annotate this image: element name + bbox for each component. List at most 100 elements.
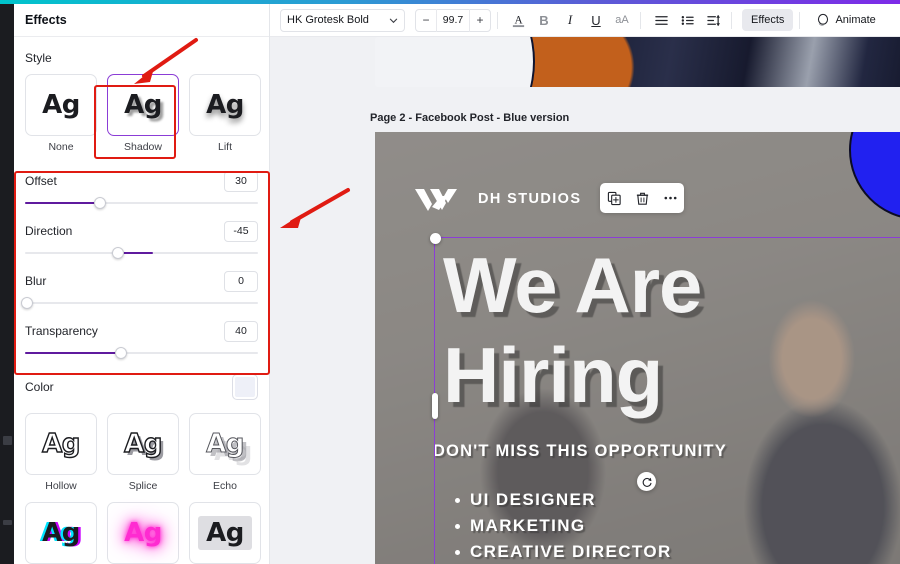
- page-1-preview[interactable]: [375, 37, 900, 87]
- font-family-select[interactable]: HK Grotesk Bold: [280, 8, 405, 32]
- align-icon: [654, 15, 668, 25]
- text-color-glyph: A: [512, 14, 524, 27]
- blur-knob[interactable]: [21, 297, 33, 309]
- rail-icon-2[interactable]: [3, 520, 12, 525]
- element-float-toolbar[interactable]: [600, 183, 684, 213]
- style-thumb-hollow[interactable]: Ag: [25, 413, 97, 475]
- style-option-lift[interactable]: Ag Lift: [189, 74, 261, 153]
- more-icon[interactable]: [660, 188, 680, 208]
- color-label: Color: [25, 380, 54, 394]
- font-size-increase-button[interactable]: +: [470, 13, 490, 27]
- style-option-background[interactable]: Ag Background: [189, 502, 261, 564]
- line-spacing-button[interactable]: [701, 8, 725, 32]
- effects-panel-scroll[interactable]: Style Ag None Ag Shadow Ag Lift Offset 3…: [14, 37, 269, 564]
- style-option-splice[interactable]: Ag Splice: [107, 413, 179, 492]
- style-thumb-lift[interactable]: Ag: [189, 74, 261, 136]
- transparency-knob[interactable]: [114, 347, 127, 359]
- bullet-list-button[interactable]: [675, 8, 699, 32]
- page-label: Page 2 - Facebook Post - Blue version: [370, 112, 570, 124]
- style-label-lift: Lift: [217, 141, 232, 153]
- underline-button[interactable]: U: [584, 8, 608, 32]
- animate-button[interactable]: Animate: [810, 9, 881, 31]
- style-sample-echo: Ag: [206, 429, 245, 460]
- style-thumb-glitch[interactable]: Ag: [25, 502, 97, 564]
- font-size-stepper[interactable]: − 99.7 +: [415, 8, 491, 32]
- trash-glyph: [636, 192, 648, 205]
- transparency-slider[interactable]: [25, 345, 258, 361]
- offset-value[interactable]: 30: [224, 170, 258, 192]
- list-icon: [681, 15, 694, 25]
- effects-panel: Effects Style Ag None Ag Shadow Ag Lift …: [14, 4, 270, 564]
- blur-value[interactable]: 0: [224, 270, 258, 292]
- app-left-rail: [0, 4, 14, 564]
- style-option-glitch[interactable]: Ag Glitch: [25, 502, 97, 564]
- effects-button[interactable]: Effects: [742, 9, 794, 31]
- style-thumb-echo[interactable]: Ag: [189, 413, 261, 475]
- toolbar-divider-4: [799, 11, 801, 29]
- style-thumb-splice[interactable]: Ag: [107, 413, 179, 475]
- duplicate-icon[interactable]: [604, 188, 624, 208]
- bold-button[interactable]: B: [532, 8, 556, 32]
- svg-text:A: A: [514, 14, 523, 26]
- style-option-echo[interactable]: Ag Echo: [189, 413, 261, 492]
- style-sample-glitch: Ag: [42, 518, 80, 548]
- style-sample-splice: Ag: [123, 428, 163, 459]
- blur-slider[interactable]: [21, 295, 258, 311]
- blur-label: Blur: [25, 274, 47, 288]
- toolbar-divider-2: [640, 11, 641, 29]
- style-section-label: Style: [25, 51, 52, 65]
- direction-knob[interactable]: [112, 247, 125, 259]
- style-thumb-shadow[interactable]: Ag: [107, 74, 179, 136]
- color-swatch[interactable]: [232, 374, 258, 400]
- style-thumb-neon[interactable]: Ag: [107, 502, 179, 564]
- style-option-neon[interactable]: Ag Neon: [107, 502, 179, 564]
- style-sample-shadow: Ag: [124, 90, 162, 120]
- style-thumb-grid-secondary: Ag Hollow Ag Splice Ag Echo Ag Gl: [14, 413, 269, 564]
- font-size-decrease-button[interactable]: −: [416, 13, 436, 27]
- style-thumb-background[interactable]: Ag: [189, 502, 261, 564]
- style-option-none[interactable]: Ag None: [25, 74, 97, 153]
- italic-button[interactable]: I: [558, 8, 582, 32]
- letter-case-button[interactable]: aA: [610, 8, 634, 32]
- transparency-value[interactable]: 40: [224, 320, 258, 342]
- direction-slider[interactable]: [25, 245, 258, 261]
- style-thumb-none[interactable]: Ag: [25, 74, 97, 136]
- style-label-splice: Splice: [128, 480, 158, 492]
- selection-handle-top-left[interactable]: [429, 232, 441, 244]
- style-label-shadow: Shadow: [124, 141, 162, 153]
- style-sample-lift: Ag: [206, 90, 244, 120]
- trash-icon[interactable]: [632, 188, 652, 208]
- selection-frame[interactable]: [429, 232, 900, 564]
- align-button[interactable]: [649, 8, 673, 32]
- direction-label: Direction: [25, 224, 73, 238]
- style-thumb-grid-primary: Ag None Ag Shadow Ag Lift: [14, 74, 269, 153]
- transparency-fill: [25, 352, 121, 354]
- offset-slider[interactable]: [25, 195, 258, 211]
- direction-value[interactable]: -45: [224, 220, 258, 242]
- effects-panel-header: Effects: [14, 4, 269, 37]
- toolbar-divider-3: [731, 11, 732, 29]
- design-canvas[interactable]: DH STUDIOS We Are Hiring DON'T MISS THIS…: [375, 132, 900, 564]
- page-1-arc-shape: [375, 37, 535, 87]
- shadow-controls-group: Offset 30 Direction -45 Blur 0 Transpare…: [14, 153, 269, 405]
- style-sample-hollow: Ag: [41, 428, 81, 459]
- offset-knob[interactable]: [93, 197, 106, 209]
- text-toolbar: HK Grotesk Bold − 99.7 + A B I U aA Effe…: [270, 4, 900, 37]
- style-label-none: None: [48, 141, 74, 153]
- control-offset: Offset 30: [25, 161, 258, 211]
- rotate-handle[interactable]: [637, 472, 656, 491]
- style-option-hollow[interactable]: Ag Hollow: [25, 413, 97, 492]
- brand-logo-row[interactable]: DH STUDIOS: [415, 186, 581, 212]
- blur-track: [25, 302, 258, 304]
- style-option-shadow[interactable]: Ag Shadow: [107, 74, 179, 153]
- animate-icon: [818, 13, 829, 26]
- text-color-icon[interactable]: A: [506, 8, 530, 32]
- spacing-icon: [706, 14, 720, 26]
- editor-area: HK Grotesk Bold − 99.7 + A B I U aA Effe…: [270, 4, 900, 564]
- rotate-icon: [642, 477, 651, 487]
- control-blur: Blur 0: [21, 261, 258, 311]
- font-size-value[interactable]: 99.7: [436, 8, 470, 32]
- rail-icon-1[interactable]: [3, 436, 12, 445]
- selection-handle-left-middle[interactable]: [432, 393, 438, 419]
- style-sample-background: Ag: [206, 518, 244, 548]
